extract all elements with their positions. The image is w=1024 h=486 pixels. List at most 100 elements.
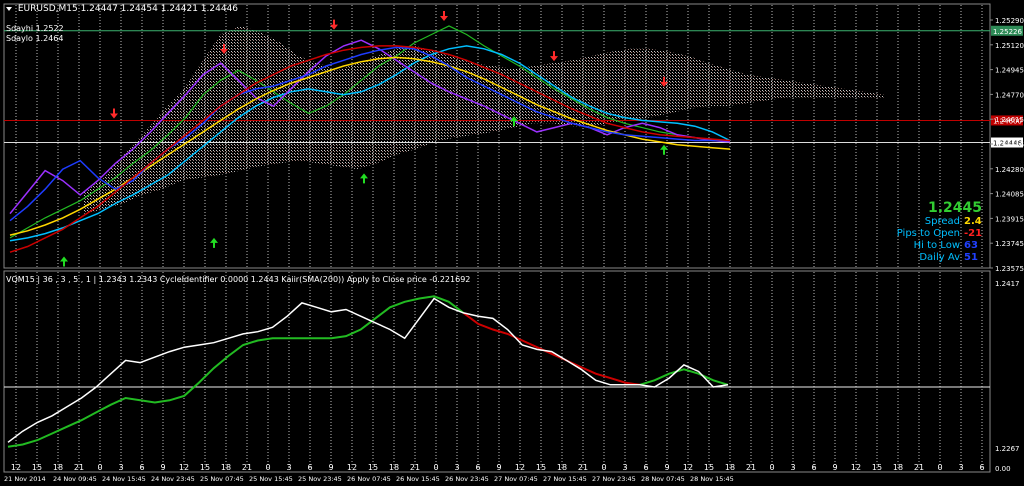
- main-y-tick-label: 1.23575: [995, 265, 1024, 273]
- info-row: Hi to Low 63: [914, 240, 982, 251]
- info-row-label: Spread: [924, 216, 960, 227]
- main-y-tick-label: 1.25120: [995, 42, 1024, 50]
- info-row-label: Daily Av: [919, 252, 960, 263]
- x-axis-hour-label: 0: [769, 463, 774, 472]
- x-axis-hour-label: 0: [601, 463, 606, 472]
- info-row-value: -21: [964, 228, 983, 239]
- info-row: Daily Av 51: [919, 252, 982, 263]
- up-arrow-icon: [60, 256, 68, 267]
- x-axis-date-label: 28 Nov 07:45: [641, 475, 685, 483]
- x-axis-hour-label: 12: [683, 463, 693, 472]
- x-axis-hour-label: 18: [725, 463, 735, 472]
- cycle-line-green: [7, 295, 465, 448]
- up-arrow-icon: [210, 237, 218, 248]
- x-axis-date-label: 26 Nov 07:45: [347, 475, 391, 483]
- x-axis-date-label: 28 Nov 15:45: [690, 475, 734, 483]
- x-axis-date-label: 27 Nov 07:45: [494, 475, 538, 483]
- x-axis-date-label: 26 Nov 15:45: [396, 475, 440, 483]
- x-axis-hour-label: 3: [958, 463, 963, 472]
- sdaily-hi: Sdayhi 1.2522: [6, 24, 64, 33]
- x-axis-hour-label: 6: [979, 463, 984, 472]
- main-y-tick-label: 1.25290: [995, 17, 1024, 25]
- info-row-value: 63: [964, 240, 978, 251]
- x-axis-date-label: 27 Nov 15:45: [543, 475, 587, 483]
- main-y-tick-label: 1.24615: [995, 116, 1024, 124]
- x-axis-hour-label: 12: [11, 463, 21, 472]
- x-axis-hour-label: 12: [515, 463, 525, 472]
- lower-y-tick-label: 0.00: [995, 465, 1011, 473]
- x-axis-date-label: 24 Nov 23:45: [151, 475, 195, 483]
- x-axis-hour-label: 21: [74, 463, 84, 472]
- main-title: EURUSD,M15 1.24447 1.24454 1.24421 1.244…: [17, 4, 239, 14]
- info-row-value: 2.4: [964, 216, 982, 227]
- sdaily-lo: Sdaylo 1.2464: [6, 34, 64, 43]
- x-axis-hour-label: 0: [433, 463, 438, 472]
- x-axis-hour-label: 9: [160, 463, 165, 472]
- x-axis-hour-label: 9: [328, 463, 333, 472]
- main-header: EURUSD,M15 1.24447 1.24454 1.24421 1.244…: [6, 4, 238, 14]
- x-axis-hour-label: 18: [389, 463, 399, 472]
- lower-y-tick-label: 1.2267: [995, 445, 1020, 453]
- x-axis-date-label: 25 Nov 15:45: [249, 475, 293, 483]
- info-row: Pips to Open -21: [897, 228, 982, 239]
- x-axis-hour-label: 9: [832, 463, 837, 472]
- x-axis-hour-label: 18: [557, 463, 567, 472]
- main-y-tick-label: 1.23745: [995, 240, 1024, 248]
- main-y-tick-label: 1.23915: [995, 215, 1024, 223]
- x-axis-hour-label: 15: [872, 463, 882, 472]
- x-axis-date-label: 21 Nov 2014: [4, 475, 46, 483]
- info-row-label: Hi to Low: [913, 240, 960, 251]
- x-axis-hour-label: 12: [851, 463, 861, 472]
- cycle-line-red: [462, 312, 640, 386]
- lower-panel-frame: [3, 270, 991, 473]
- x-axis-hour-label: 6: [811, 463, 816, 472]
- info-row: Spread 2.4: [925, 216, 982, 227]
- main-y-tick-label: 1.24770: [995, 91, 1024, 99]
- x-axis-hour-label: 6: [475, 463, 480, 472]
- x-axis-date-label: 25 Nov 07:45: [200, 475, 244, 483]
- x-axis-date-label: 24 Nov 15:45: [102, 475, 146, 483]
- x-axis-hour-label: 6: [307, 463, 312, 472]
- up-arrow-icon: [360, 173, 368, 184]
- main-y-tick-label: 1.24446: [995, 141, 1024, 149]
- x-axis-hour-label: 0: [97, 463, 102, 472]
- cycle-line-green-2: [639, 368, 729, 386]
- down-arrow-icon: [440, 11, 448, 22]
- x-axis-hour-label: 18: [893, 463, 903, 472]
- x-axis-hour-label: 3: [118, 463, 123, 472]
- down-arrow-icon: [330, 19, 338, 30]
- x-axis-hour-label: 15: [368, 463, 378, 472]
- x-axis-date-label: 27 Nov 23:45: [592, 475, 636, 483]
- info-row-value: 51: [964, 252, 978, 263]
- x-axis-hour-label: 0: [937, 463, 942, 472]
- x-axis-hour-label: 3: [622, 463, 627, 472]
- x-axis-hour-label: 15: [200, 463, 210, 472]
- price-line-white: [7, 297, 729, 443]
- down-arrow-icon: [550, 51, 558, 62]
- x-axis-hour-label: 6: [643, 463, 648, 472]
- x-axis-hour-label: 12: [347, 463, 357, 472]
- x-axis-date-label: 25 Nov 23:45: [298, 475, 342, 483]
- down-arrow-icon: [110, 108, 118, 119]
- lower-y-tick-label: 1.2417: [995, 280, 1020, 288]
- main-y-tick-label: 1.24945: [995, 67, 1024, 75]
- lower-header: VQM15 | 36 , 3 , 5 , 1 | 1.2343 1.2343 C…: [6, 275, 471, 284]
- x-axis-hour-label: 6: [139, 463, 144, 472]
- x-axis-hour-label: 18: [221, 463, 231, 472]
- x-axis-hour-label: 0: [265, 463, 270, 472]
- x-axis-hour-label: 9: [664, 463, 669, 472]
- price-tag-label: 1.25226: [993, 28, 1022, 36]
- main-y-tick-label: 1.24280: [995, 166, 1024, 174]
- x-axis-hour-label: 3: [790, 463, 795, 472]
- collapse-triangle-icon[interactable]: [6, 6, 12, 11]
- x-axis-hour-label: 3: [454, 463, 459, 472]
- x-axis-date-label: 24 Nov 09:45: [53, 475, 97, 483]
- x-axis-hour-label: 21: [410, 463, 420, 472]
- x-axis-date-label: 26 Nov 23:45: [445, 475, 489, 483]
- x-axis-hour-label: 15: [704, 463, 714, 472]
- info-row-label: Pips to Open: [896, 228, 960, 239]
- chart-canvas: 1.252261.246001.244461.252901.251201.249…: [3, 3, 1024, 483]
- x-axis-hour-label: 9: [496, 463, 501, 472]
- x-axis-hour-label: 18: [53, 463, 63, 472]
- x-axis-hour-label: 21: [242, 463, 252, 472]
